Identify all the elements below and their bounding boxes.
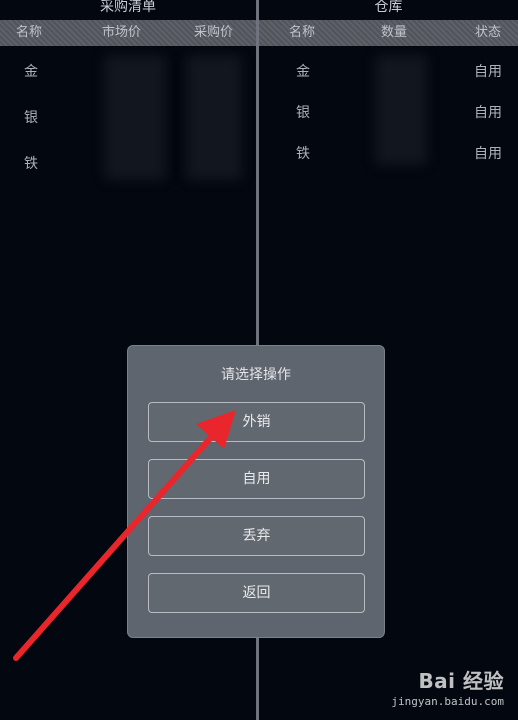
col-purchase-price: 采购价 <box>194 25 234 40</box>
dialog-title: 请选择操作 <box>221 367 291 383</box>
self-use-button[interactable]: 自用 <box>148 459 365 499</box>
baidu-jingyan-watermark: Bai 经验 jingyan.baidu.com <box>391 665 504 708</box>
purchase-row[interactable]: 银 <box>0 103 256 133</box>
purchase-row[interactable]: 铁 <box>0 149 256 179</box>
item-name: 银 <box>296 105 310 121</box>
discard-button[interactable]: 丢弃 <box>148 516 365 556</box>
item-status: 自用 <box>474 105 502 121</box>
warehouse-row[interactable]: 金 自用 <box>259 57 518 87</box>
watermark-url: jingyan.baidu.com <box>391 695 504 708</box>
purchase-row[interactable]: 金 <box>0 57 256 87</box>
warehouse-row[interactable]: 银 自用 <box>259 98 518 128</box>
item-name: 铁 <box>24 156 38 172</box>
item-name: 金 <box>24 64 38 80</box>
col-status: 状态 <box>475 25 502 40</box>
item-status: 自用 <box>474 146 502 162</box>
col-name: 名称 <box>16 25 43 40</box>
back-button[interactable]: 返回 <box>148 573 365 613</box>
item-status: 自用 <box>474 64 502 80</box>
col-market-price: 市场价 <box>102 25 142 40</box>
action-dialog: 请选择操作 外销 自用 丢弃 返回 <box>127 345 385 638</box>
purchase-list-title: 采购清单 <box>100 0 156 15</box>
warehouse-title: 仓库 <box>374 0 403 15</box>
purchase-list-header: 名称 市场价 采购价 <box>0 20 256 46</box>
warehouse-header: 名称 数量 状态 <box>259 20 518 46</box>
item-name: 金 <box>296 64 310 80</box>
warehouse-row[interactable]: 铁 自用 <box>259 139 518 169</box>
game-screen: 采购清单 名称 市场价 采购价 金 银 铁 仓库 名称 数量 状态 金 自用 银… <box>0 0 518 720</box>
item-name: 银 <box>24 110 38 126</box>
col-quantity: 数量 <box>381 25 408 40</box>
sell-button[interactable]: 外销 <box>148 402 365 442</box>
item-name: 铁 <box>296 146 310 162</box>
col-name: 名称 <box>289 25 316 40</box>
watermark-logo: Bai 经验 <box>418 669 504 693</box>
